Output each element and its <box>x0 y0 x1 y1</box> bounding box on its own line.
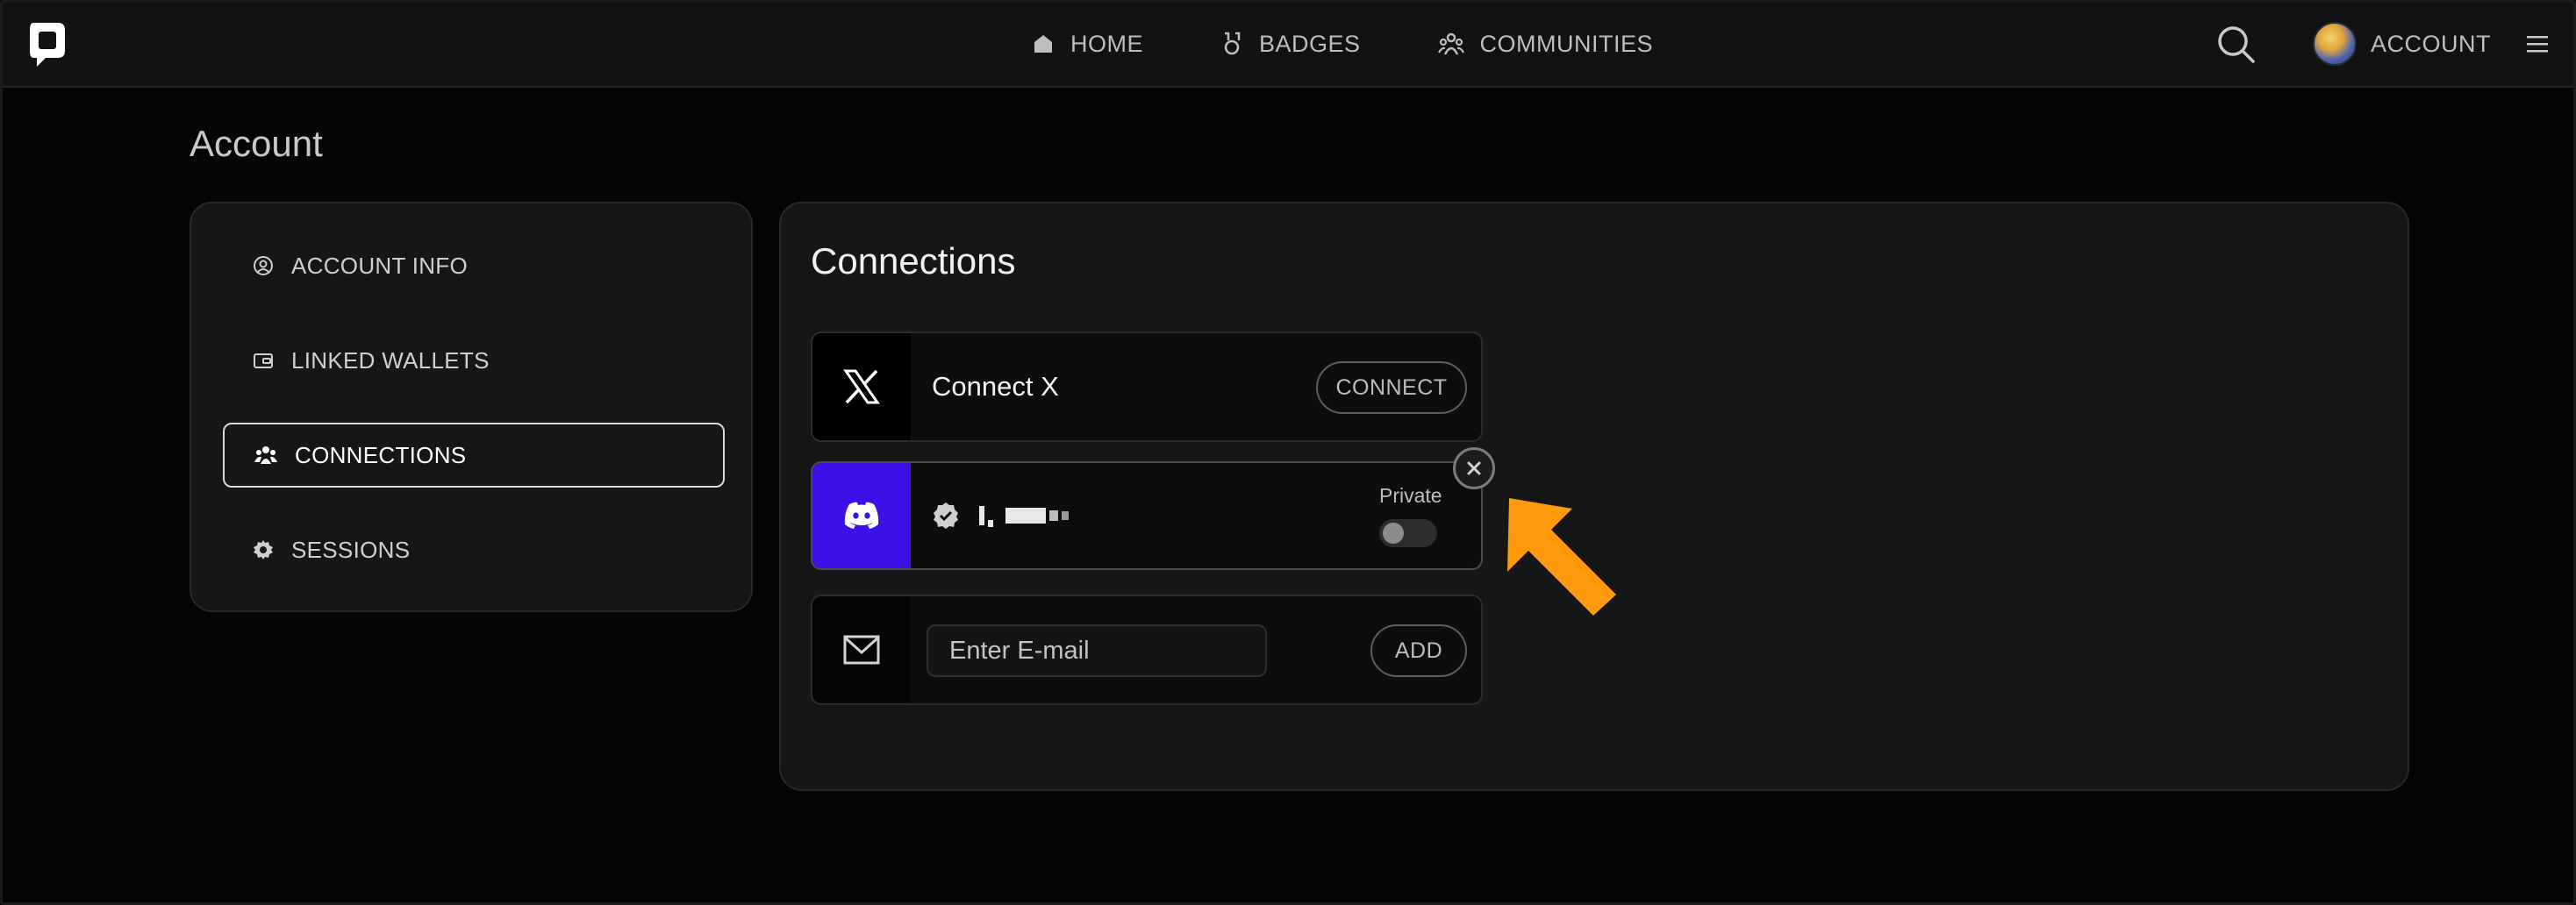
nav-home[interactable]: HOME <box>1032 31 1143 58</box>
section-title: Connections <box>811 240 1016 281</box>
x-logo-icon <box>812 333 911 440</box>
top-navbar: HOME BADGES COMMUNITIES ACCOUNT <box>0 0 2576 88</box>
page-title: Account <box>190 123 323 164</box>
badge-icon <box>1224 32 1241 55</box>
sidebar-item-label: SESSIONS <box>291 536 411 563</box>
redacted-text <box>988 520 993 527</box>
sidebar-item-account-info[interactable]: ACCOUNT INFO <box>223 233 725 298</box>
hamburger-menu-icon[interactable] <box>2525 32 2550 56</box>
discord-username <box>932 463 1072 568</box>
sidebar-item-label: CONNECTIONS <box>295 441 467 468</box>
x-connection-label: Connect X <box>932 371 1059 402</box>
redacted-text <box>979 506 984 525</box>
people-icon <box>254 446 277 464</box>
mail-icon <box>812 596 911 703</box>
nav-communities-label: COMMUNITIES <box>1479 30 1654 57</box>
nav-communities[interactable]: COMMUNITIES <box>1437 30 1654 58</box>
gear-icon <box>254 540 273 559</box>
account-sidebar: ACCOUNT INFO LINKED WALLETS CONNECTIONS … <box>190 202 753 612</box>
private-toggle[interactable] <box>1379 519 1437 547</box>
redacted-text <box>1005 508 1046 524</box>
wallet-icon <box>254 353 273 368</box>
verified-icon <box>934 502 958 529</box>
email-connection-card: ADD <box>811 595 1483 705</box>
redacted-text <box>1049 510 1058 521</box>
communities-icon <box>1437 32 1464 55</box>
home-icon <box>1034 35 1052 53</box>
email-input[interactable] <box>927 624 1267 677</box>
discord-logo-icon <box>812 463 911 568</box>
nav-badges[interactable]: BADGES <box>1220 31 1361 58</box>
sidebar-item-connections[interactable]: CONNECTIONS <box>223 423 725 488</box>
user-circle-icon <box>254 256 273 275</box>
main-nav: HOME BADGES COMMUNITIES <box>1032 25 1730 63</box>
sidebar-item-linked-wallets[interactable]: LINKED WALLETS <box>223 328 725 393</box>
x-connection-card: Connect X CONNECT <box>811 331 1483 442</box>
discord-connection-card: Private <box>811 461 1483 570</box>
app-logo-icon[interactable] <box>26 19 68 68</box>
disconnect-discord-button[interactable] <box>1453 447 1495 489</box>
toggle-knob <box>1383 523 1404 544</box>
account-label: ACCOUNT <box>2371 30 2491 57</box>
private-label: Private <box>1379 484 1442 507</box>
sidebar-item-label: LINKED WALLETS <box>291 346 490 374</box>
redacted-text <box>1062 511 1069 520</box>
avatar <box>2313 22 2357 66</box>
account-menu[interactable]: ACCOUNT <box>2313 21 2491 67</box>
sidebar-item-sessions[interactable]: SESSIONS <box>223 517 725 582</box>
connect-x-button[interactable]: CONNECT <box>1316 361 1467 414</box>
annotation-arrow-icon <box>1507 498 1616 616</box>
close-icon <box>1467 461 1481 475</box>
add-email-button[interactable]: ADD <box>1370 624 1467 677</box>
nav-badges-label: BADGES <box>1259 30 1361 57</box>
sidebar-item-label: ACCOUNT INFO <box>291 252 469 279</box>
nav-home-label: HOME <box>1070 30 1143 57</box>
search-icon[interactable] <box>2215 23 2257 65</box>
